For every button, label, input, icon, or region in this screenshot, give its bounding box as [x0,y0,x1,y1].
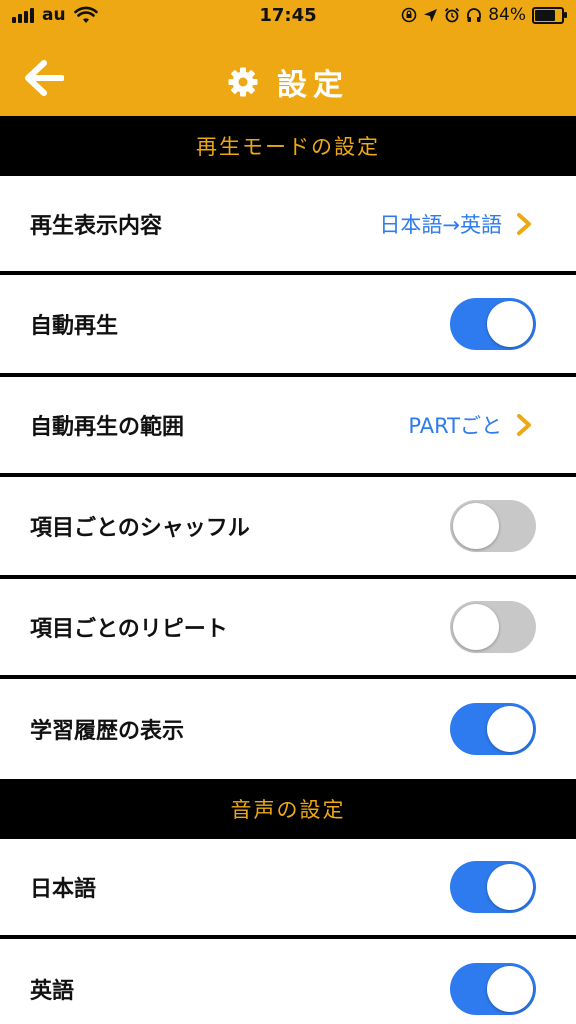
toggle-knob [453,604,499,650]
japanese-toggle[interactable] [450,861,536,913]
location-icon [424,8,438,22]
page-title: 設定 [277,68,349,103]
title-group: 設定 [0,60,576,104]
repeat-toggle[interactable] [450,601,536,653]
history-toggle[interactable] [450,703,536,755]
row-label: 英語 [30,979,75,1004]
nav-bar: 設定 [0,40,576,116]
row-display-content[interactable]: 再生表示内容 日本語→英語 [0,176,576,272]
alarm-icon [445,7,460,23]
battery-percent: 84% [488,5,526,25]
toggle-knob [487,706,533,752]
row-label: 項目ごとのリピート [30,617,228,642]
chevron-right-icon [517,414,531,436]
row-japanese: 日本語 [0,839,576,935]
row-label: 再生表示内容 [30,214,163,239]
row-history: 学習履歴の表示 [0,679,576,779]
status-bar: au 17:45 84% [0,0,576,32]
row-label: 自動再生の範囲 [30,415,185,440]
english-toggle[interactable] [450,963,536,1015]
battery-icon [532,6,567,24]
headphones-icon [467,8,482,22]
shuffle-toggle[interactable] [450,500,536,552]
auto-play-toggle[interactable] [450,298,536,350]
row-value: 日本語→英語 [379,213,502,237]
row-auto-play: 自動再生 [0,275,576,373]
rotation-lock-icon [401,7,417,23]
row-label: 日本語 [30,877,97,902]
row-value: PARTごと [408,414,502,438]
row-shuffle: 項目ごとのシャッフル [0,477,576,575]
section-header-audio: 音声の設定 [0,779,576,839]
row-repeat: 項目ごとのリピート [0,579,576,675]
top-bar: au 17:45 84% 設定 [0,0,576,116]
status-right: 84% [401,5,567,25]
row-label: 項目ごとのシャッフル [30,516,250,541]
gear-icon [228,67,258,97]
battery-fill [535,9,556,21]
row-english: 英語 [0,939,576,1024]
section-header-playback: 再生モードの設定 [0,116,576,176]
row-label: 自動再生 [30,314,119,339]
toggle-knob [453,503,499,549]
chevron-right-icon [517,213,531,235]
toggle-knob [487,864,533,910]
toggle-knob [487,966,533,1012]
row-auto-play-range[interactable]: 自動再生の範囲 PARTごと [0,377,576,473]
toggle-knob [487,301,533,347]
row-label: 学習履歴の表示 [30,719,185,744]
